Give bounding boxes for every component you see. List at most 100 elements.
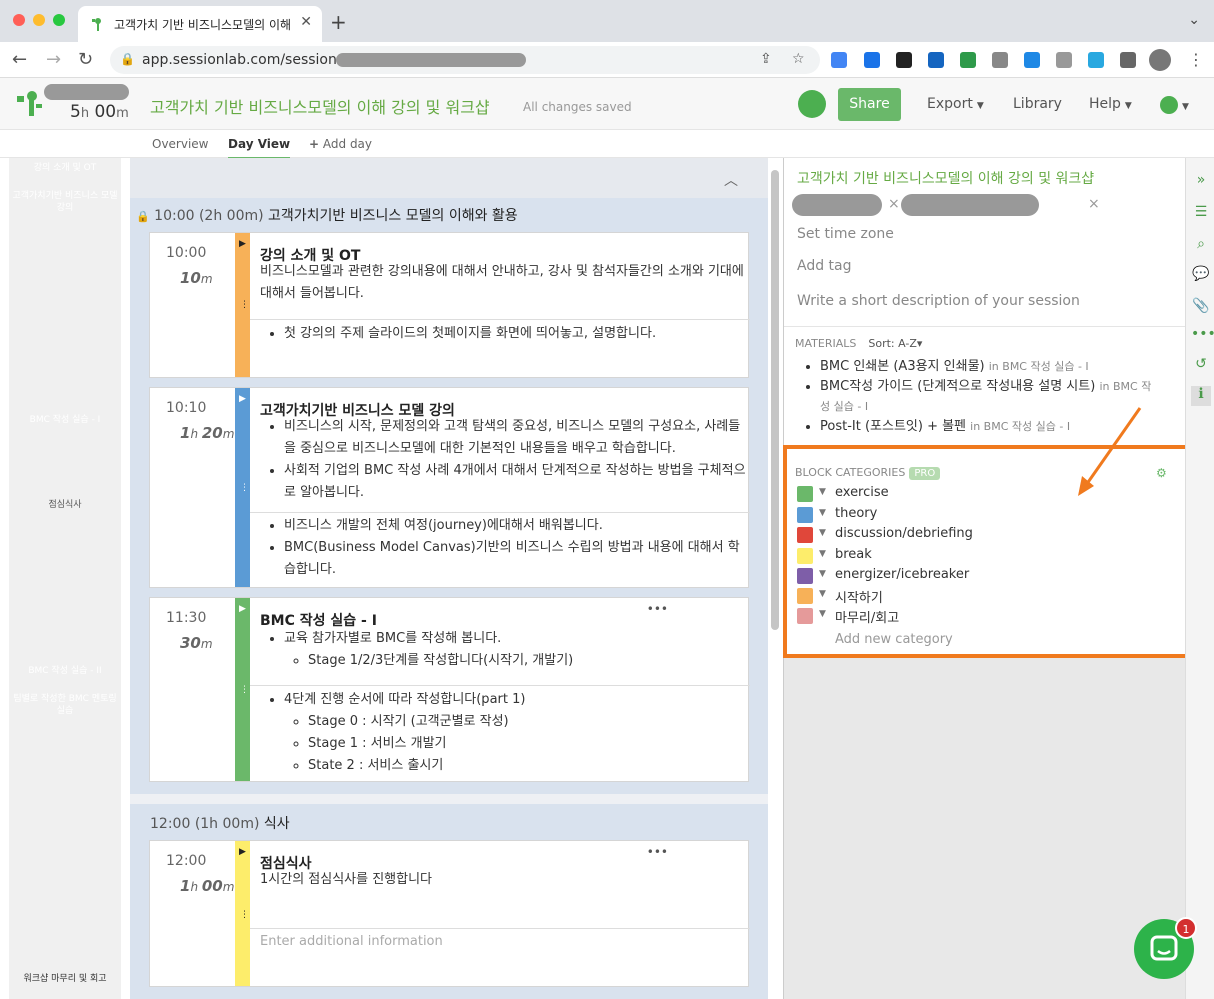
more-icon[interactable]: ••• [1191, 326, 1214, 346]
minimize-window-button[interactable] [33, 14, 45, 26]
block-title[interactable]: BMC 작성 실습 - I [260, 610, 377, 630]
extension-icon[interactable] [864, 52, 880, 68]
browser-menu-icon[interactable]: ⋮ [1188, 50, 1204, 69]
history-icon[interactable]: ↺ [1191, 356, 1211, 376]
block-description[interactable]: 1시간의 점심식사를 진행합니다 [260, 869, 750, 891]
drag-handle-icon[interactable]: ⋮ [240, 484, 249, 493]
tab-search-icon[interactable]: ⌄ [1188, 12, 1200, 28]
reload-icon[interactable]: ↻ [78, 49, 93, 70]
new-tab-button[interactable]: + [330, 10, 347, 34]
timeline-block[interactable]: 워크샵 마무리 및 회고 [9, 969, 121, 999]
category-bar[interactable]: ▶ ⋮ [235, 598, 250, 781]
timeline-block[interactable]: 고객가치기반 비즈니스 모델 강의 [9, 186, 121, 410]
list-item: 첫 강의의 주제 슬라이드의 첫페이지를 화면에 띄어놓고, 설명합니다. [284, 323, 750, 345]
block-duration[interactable]: 30m [180, 634, 213, 652]
share-button[interactable]: Share [838, 88, 901, 121]
list-item[interactable]: BMC 인쇄본 (A3용지 인쇄물) in BMC 작성 실습 - I [820, 357, 1154, 377]
extension-icon[interactable] [928, 52, 944, 68]
category-bar[interactable]: ▶ ⋮ [235, 233, 250, 377]
extension-icon[interactable] [960, 52, 976, 68]
add-tag-input[interactable]: Add tag [797, 258, 852, 274]
translate-extension-icon[interactable] [831, 52, 847, 68]
list-item: Stage 1 : 서비스 개발기 [308, 733, 750, 755]
set-time-zone[interactable]: Set time zone [797, 226, 894, 242]
puzzle-extensions-icon[interactable] [1120, 52, 1136, 68]
chevron-right-icon: ▶ [239, 239, 246, 249]
add-day-button[interactable]: + Add day [309, 137, 372, 151]
block-start-time: 10:00 [166, 245, 207, 261]
block-duration[interactable]: 10m [180, 269, 213, 287]
collapse-panel-icon[interactable]: » [1191, 172, 1211, 192]
close-tab-icon[interactable]: ✕ [300, 14, 312, 30]
category-bar[interactable]: ▶ ⋮ [235, 841, 250, 986]
list-icon[interactable]: ☰ [1191, 204, 1211, 224]
back-icon[interactable]: ← [12, 49, 27, 70]
scrollbar[interactable] [771, 170, 779, 630]
bookmark-star-icon[interactable]: ☆ [792, 51, 805, 67]
activity-block[interactable]: 10:00 10m ▶ ⋮ 강의 소개 및 OT 비즈니스모델과 관련한 강의내… [149, 232, 750, 378]
chevron-up-icon[interactable]: ︿ [724, 170, 738, 190]
forward-icon[interactable]: → [46, 49, 61, 70]
browser-tab[interactable]: 고객가치 기반 비즈니스모델의 이해 강 ✕ [78, 6, 322, 42]
comments-icon[interactable]: 💬 [1191, 266, 1211, 286]
group-header[interactable]: 12:00 (1h 00m) 식사 [150, 813, 290, 833]
library-link[interactable]: Library [1013, 96, 1062, 112]
activity-block[interactable]: 11:30 30m ▶ ⋮ ••• BMC 작성 실습 - I 교육 참가자별로… [149, 597, 750, 782]
list-item: Stage 0 : 시작기 (고객군별로 작성) [308, 711, 750, 733]
export-menu[interactable]: Export ▼ [927, 96, 984, 112]
drag-handle-icon[interactable]: ⋮ [240, 911, 249, 920]
block-duration[interactable]: 1h 00m [180, 877, 234, 895]
group-header[interactable]: 🔒 10:00 (2h 00m) 고객가치기반 비즈니스 모델의 이해와 활용 [136, 205, 518, 225]
more-options-icon[interactable]: ••• [647, 602, 668, 616]
cloud-extension-icon[interactable] [992, 52, 1008, 68]
timeline-block[interactable]: BMC 작성 실습 - I [9, 410, 121, 494]
extension-icon[interactable] [1024, 52, 1040, 68]
tab-day-view[interactable]: Day View [228, 137, 291, 159]
account-menu[interactable]: ▼ [1160, 96, 1189, 114]
timeline-block[interactable]: 점심식사 [9, 495, 121, 661]
activity-block[interactable]: 10:10 1h 20m ▶ ⋮ 고객가치기반 비즈니스 모델 강의 비즈니스의… [149, 387, 750, 588]
timeline-block[interactable]: BMC 작성 실습 - II [9, 661, 121, 688]
block-notes[interactable]: 4단계 진행 순서에 따라 작성합니다(part 1) Stage 0 : 시작… [260, 689, 750, 777]
materials-header: MATERIALS Sort: A-Z▾ [795, 337, 923, 350]
attachment-icon[interactable]: 📎 [1191, 298, 1211, 318]
category-bar[interactable]: ▶ ⋮ [235, 388, 250, 587]
collaborator-avatar[interactable] [798, 90, 826, 118]
remove-tag-icon[interactable]: × [888, 196, 900, 212]
block-duration[interactable]: 1h 20m [180, 424, 234, 442]
extension-icon[interactable] [1088, 52, 1104, 68]
sessionlab-logo-icon[interactable] [14, 88, 44, 118]
chevron-down-icon: ▼ [1182, 102, 1189, 112]
tab-overview[interactable]: Overview [152, 137, 209, 151]
session-title[interactable]: 고객가치 기반 비즈니스모델의 이해 강의 및 워크샵 [150, 94, 490, 118]
block-description[interactable]: 비즈니스모델과 관련한 강의내용에 대해서 안내하고, 강사 및 참석자들간의 … [260, 261, 750, 305]
info-icon[interactable]: ℹ [1191, 386, 1211, 406]
remove-tag-icon[interactable]: × [1088, 196, 1100, 212]
block-notes[interactable]: 첫 강의의 주제 슬라이드의 첫페이지를 화면에 띄어놓고, 설명합니다. [260, 323, 750, 345]
drag-handle-icon[interactable]: ⋮ [240, 686, 249, 695]
help-menu[interactable]: Help ▼ [1089, 96, 1132, 112]
day-schedule: ︿ 🔒 10:00 (2h 00m) 고객가치기반 비즈니스 모델의 이해와 활… [130, 158, 768, 999]
address-bar[interactable]: 🔒 app.sessionlab.com/sessions/ ⇪ ☆ [110, 46, 820, 74]
list-item: BMC(Business Model Canvas)기반의 비즈니스 수립의 방… [284, 537, 750, 581]
share-page-icon[interactable]: ⇪ [760, 51, 772, 67]
drag-handle-icon[interactable]: ⋮ [240, 301, 249, 310]
search-icon[interactable]: ⌕ [1191, 236, 1211, 256]
session-description-input[interactable]: Write a short description of your sessio… [797, 293, 1080, 309]
notion-extension-icon[interactable] [896, 52, 912, 68]
zoom-window-button[interactable] [53, 14, 65, 26]
notes-input[interactable]: Enter additional information [260, 931, 750, 953]
camera-extension-icon[interactable] [1056, 52, 1072, 68]
panel-session-title[interactable]: 고객가치 기반 비즈니스모델의 이해 강의 및 워크샵 [797, 168, 1094, 188]
block-notes[interactable]: 비즈니스 개발의 전체 여정(journey)에대해서 배워봅니다. BMC(B… [260, 515, 750, 581]
activity-block[interactable]: 12:00 1h 00m ▶ ⋮ ••• 점심식사 1시간의 점심식사를 진행합… [149, 840, 750, 987]
sessionlab-favicon-icon [92, 18, 101, 31]
block-description[interactable]: 교육 참가자별로 BMC를 작성해 봅니다. Stage 1/2/3단계를 작성… [260, 628, 750, 672]
more-options-icon[interactable]: ••• [647, 845, 668, 859]
close-window-button[interactable] [13, 14, 25, 26]
profile-avatar[interactable] [1149, 49, 1171, 71]
timeline-block[interactable]: 팀별로 작성한 BMC 멘토링 실습 [9, 689, 121, 969]
timeline-block[interactable]: 강의 소개 및 OT [9, 158, 121, 186]
block-description[interactable]: 비즈니스의 시작, 문제정의와 고객 탐색의 중요성, 비즈니스 모델의 구성요… [260, 416, 750, 504]
sort-dropdown[interactable]: Sort: A-Z▾ [862, 337, 922, 350]
